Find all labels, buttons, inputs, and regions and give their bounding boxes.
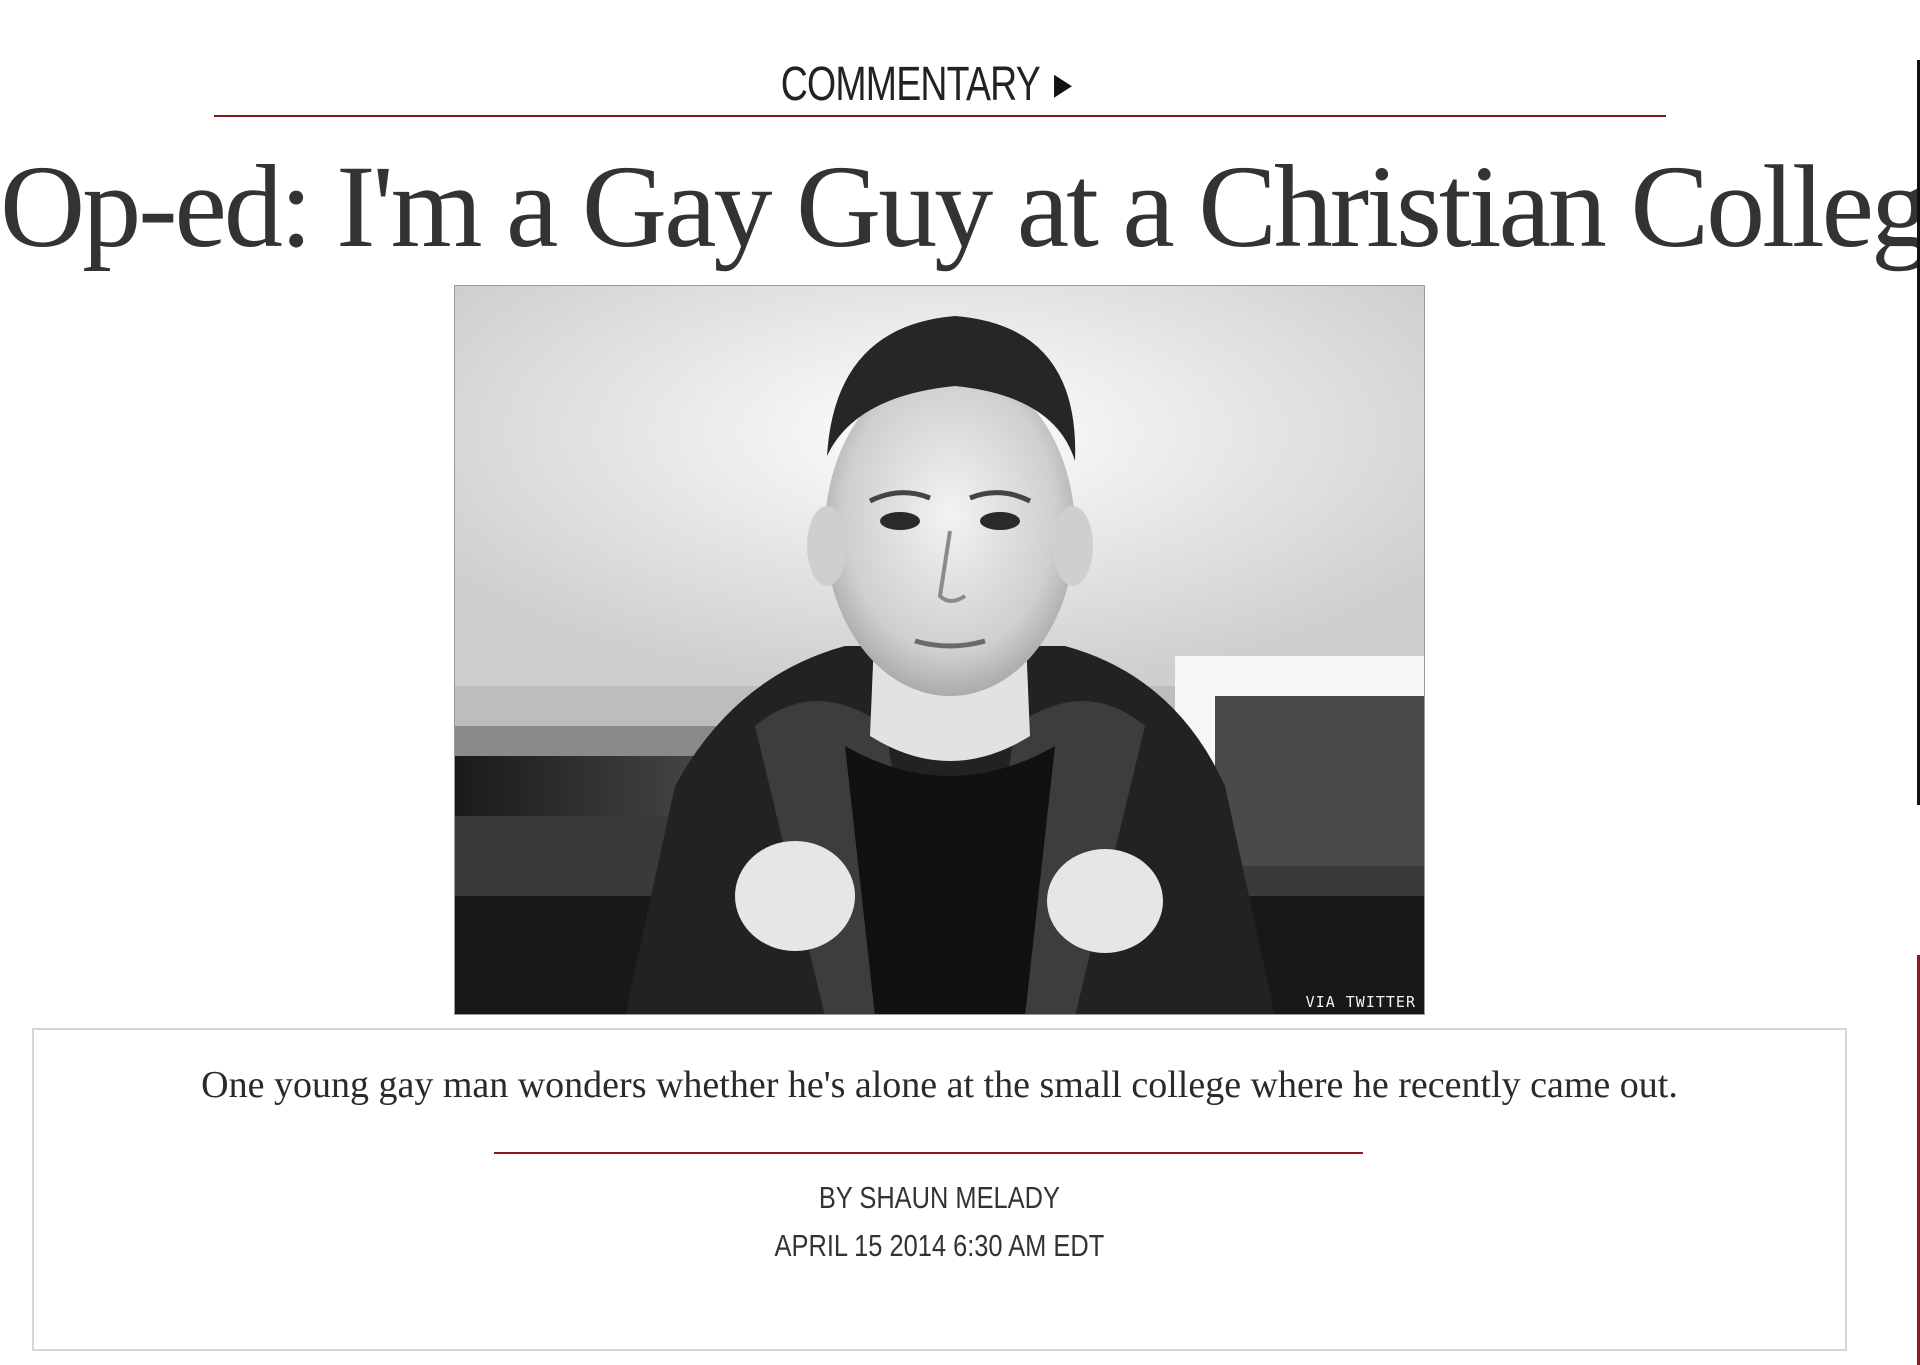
portrait-illustration [455, 286, 1424, 1014]
section-label-commentary[interactable]: COMMENTARY ▶ [204, 54, 1649, 116]
publish-date: APRIL 15 2014 6:30 AM EDT [774, 1228, 1105, 1263]
article-summary-box: One young gay man wonders whether he's a… [32, 1028, 1847, 1351]
section-label-text[interactable]: COMMENTARY [781, 58, 1041, 111]
article-page: COMMENTARY ▶ Op-ed: I'm a Gay Guy at a Ch… [0, 0, 1920, 1365]
article-photo: VIA TWITTER [454, 285, 1425, 1015]
photo-credit: VIA TWITTER [1305, 993, 1416, 1011]
headline: Op-ed: I'm a Gay Guy at a Christian Coll… [0, 141, 1920, 272]
byline-divider [494, 1152, 1363, 1154]
article-dek: One young gay man wonders whether he's a… [201, 1064, 1678, 1106]
section-divider [214, 115, 1666, 117]
right-triangle-icon[interactable]: ▶ [1054, 54, 1072, 116]
byline[interactable]: BY SHAUN MELADY [197, 1178, 1682, 1218]
